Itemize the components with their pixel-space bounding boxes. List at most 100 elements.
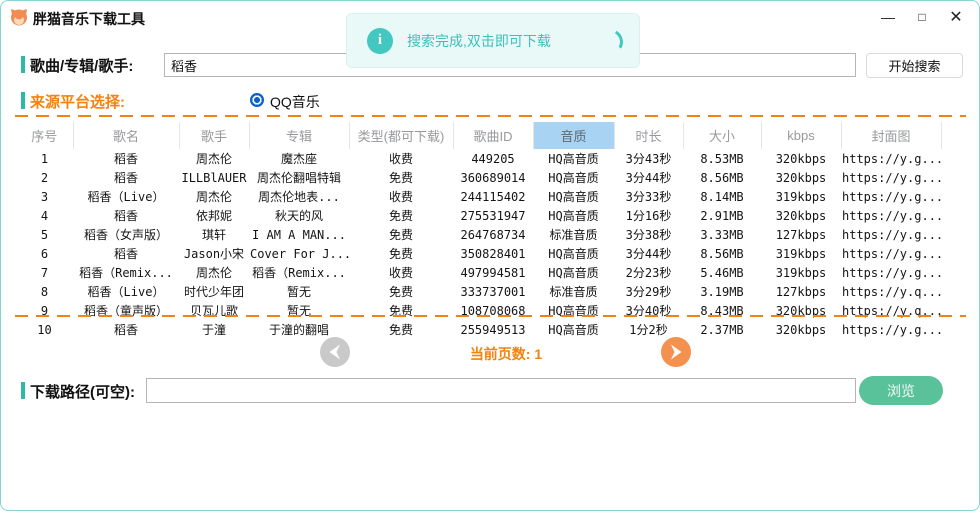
table-cell: 于潼 xyxy=(179,320,249,339)
table-row[interactable]: 1稻香周杰伦魔杰座收费449205HQ高音质3分43秒8.53MB320kbps… xyxy=(16,149,966,168)
column-header[interactable]: 歌手 xyxy=(179,122,249,149)
table-cell: 暂无 xyxy=(249,282,349,301)
table-cell: https://y.g... xyxy=(841,244,941,263)
prev-page-button[interactable] xyxy=(320,337,350,367)
table-row[interactable]: 4稻香依邦妮秋天的风免费275531947HQ高音质1分16秒2.91MB320… xyxy=(16,206,966,225)
table-cell: Jason小宋 xyxy=(179,244,249,263)
table-cell: 免费 xyxy=(349,225,453,244)
table-cell: HQ高音质 xyxy=(533,244,614,263)
table-row[interactable]: 2稻香ILLBlAUER周杰伦翻唱特辑免费360689014HQ高音质3分44秒… xyxy=(16,168,966,187)
table-cell: 1 xyxy=(16,149,73,168)
table-cell: 5.46MB xyxy=(683,263,761,282)
table-cell: 稻香（Live） xyxy=(73,282,179,301)
table-cell: 8.43MB xyxy=(683,301,761,320)
page-label-text: 当前页数: xyxy=(470,346,531,362)
table-cell: HQ高音质 xyxy=(533,320,614,339)
table-row[interactable]: 3稻香（Live）周杰伦周杰伦地表...收费244115402HQ高音质3分33… xyxy=(16,187,966,206)
table-cell: HQ高音质 xyxy=(533,149,614,168)
table-cell: 3分44秒 xyxy=(614,244,683,263)
table-cell: 497994581 xyxy=(453,263,533,282)
download-path-input[interactable] xyxy=(146,378,856,403)
table-cell: 1分16秒 xyxy=(614,206,683,225)
table-cell: https://y.g... xyxy=(841,320,941,339)
table-cell: 2.37MB xyxy=(683,320,761,339)
table-cell: Cover For J... xyxy=(249,244,349,263)
results-table: 序号歌名歌手专辑类型(都可下载)歌曲ID音质时长大小kbps封面图 1稻香周杰伦… xyxy=(16,122,966,339)
toast-message: 搜索完成,双击即可下载 xyxy=(407,31,551,51)
table-cell: 275531947 xyxy=(453,206,533,225)
column-header[interactable]: 大小 xyxy=(683,122,761,149)
table-cell: 319kbps xyxy=(761,187,841,206)
page-number: 1 xyxy=(534,346,542,362)
table-cell: 标准音质 xyxy=(533,225,614,244)
table-cell: 108708068 xyxy=(453,301,533,320)
table-cell: 3分43秒 xyxy=(614,149,683,168)
table-cell xyxy=(941,149,966,168)
table-cell: 2 xyxy=(16,168,73,187)
column-header[interactable]: kbps xyxy=(761,122,841,149)
table-cell: 魔杰座 xyxy=(249,149,349,168)
prev-arrow-icon xyxy=(320,337,350,367)
table-cell: 255949513 xyxy=(453,320,533,339)
table-row[interactable]: 8稻香（Live）时代少年团暂无免费333737001标准音质3分29秒3.19… xyxy=(16,282,966,301)
dashed-divider-bottom xyxy=(15,315,966,317)
minimize-button[interactable]: — xyxy=(871,4,905,30)
column-header[interactable] xyxy=(941,122,966,149)
table-cell: 9 xyxy=(16,301,73,320)
table-cell: 10 xyxy=(16,320,73,339)
table-cell xyxy=(941,225,966,244)
table-cell: 320kbps xyxy=(761,206,841,225)
table-cell: https://y.q... xyxy=(841,301,941,320)
column-header[interactable]: 时长 xyxy=(614,122,683,149)
close-button[interactable]: ✕ xyxy=(939,4,973,30)
table-cell: 标准音质 xyxy=(533,282,614,301)
table-cell: HQ高音质 xyxy=(533,301,614,320)
table-row[interactable]: 6稻香Jason小宋Cover For J...免费350828401HQ高音质… xyxy=(16,244,966,263)
table-cell: 稻香 xyxy=(73,149,179,168)
table-cell: 244115402 xyxy=(453,187,533,206)
table-cell: 依邦妮 xyxy=(179,206,249,225)
table-cell: 稻香 xyxy=(73,168,179,187)
table-cell: https://y.g... xyxy=(841,225,941,244)
table-cell: HQ高音质 xyxy=(533,168,614,187)
column-header[interactable]: 封面图 xyxy=(841,122,941,149)
table-cell xyxy=(941,301,966,320)
table-cell: 319kbps xyxy=(761,244,841,263)
table-cell: 3分40秒 xyxy=(614,301,683,320)
column-header[interactable]: 专辑 xyxy=(249,122,349,149)
table-cell: 周杰伦 xyxy=(179,263,249,282)
dashed-divider-top xyxy=(15,115,966,117)
table-row[interactable]: 5稻香（女声版）琪轩I AM A MAN...免费264768734标准音质3分… xyxy=(16,225,966,244)
next-page-button[interactable] xyxy=(661,337,691,367)
table-cell: 琪轩 xyxy=(179,225,249,244)
table-cell: 2.91MB xyxy=(683,206,761,225)
table-cell: 8.53MB xyxy=(683,149,761,168)
table-cell: 360689014 xyxy=(453,168,533,187)
table-cell: 127kbps xyxy=(761,282,841,301)
table-cell: 周杰伦翻唱特辑 xyxy=(249,168,349,187)
table-row[interactable]: 10稻香于潼于潼的翻唱免费255949513HQ高音质1分2秒2.37MB320… xyxy=(16,320,966,339)
table-cell: 稻香（Remix... xyxy=(249,263,349,282)
table-row[interactable]: 9稻香（童声版）贝瓦儿歌暂无免费108708068HQ高音质3分40秒8.43M… xyxy=(16,301,966,320)
qq-music-radio[interactable] xyxy=(250,93,264,107)
table-cell: 5 xyxy=(16,225,73,244)
table-row[interactable]: 7稻香（Remix...周杰伦稻香（Remix...收费497994581HQ高… xyxy=(16,263,966,282)
column-header[interactable]: 序号 xyxy=(16,122,73,149)
column-header[interactable]: 类型(都可下载) xyxy=(349,122,453,149)
table-cell: 周杰伦 xyxy=(179,149,249,168)
table-cell: HQ高音质 xyxy=(533,263,614,282)
table-cell: 8.14MB xyxy=(683,187,761,206)
table-cell: 7 xyxy=(16,263,73,282)
table-cell: ILLBlAUER xyxy=(179,168,249,187)
table-cell: 稻香 xyxy=(73,244,179,263)
table-cell: 稻香 xyxy=(73,320,179,339)
start-search-button[interactable]: 开始搜索 xyxy=(866,53,963,78)
column-header[interactable]: 歌曲ID xyxy=(453,122,533,149)
table-cell: 收费 xyxy=(349,149,453,168)
maximize-button[interactable]: □ xyxy=(905,4,939,30)
column-header[interactable]: 歌名 xyxy=(73,122,179,149)
table-cell: 稻香（童声版） xyxy=(73,301,179,320)
column-header[interactable]: 音质 xyxy=(533,122,614,149)
qq-music-radio-label[interactable]: QQ音乐 xyxy=(270,92,320,112)
browse-button[interactable]: 浏览 xyxy=(859,376,943,405)
